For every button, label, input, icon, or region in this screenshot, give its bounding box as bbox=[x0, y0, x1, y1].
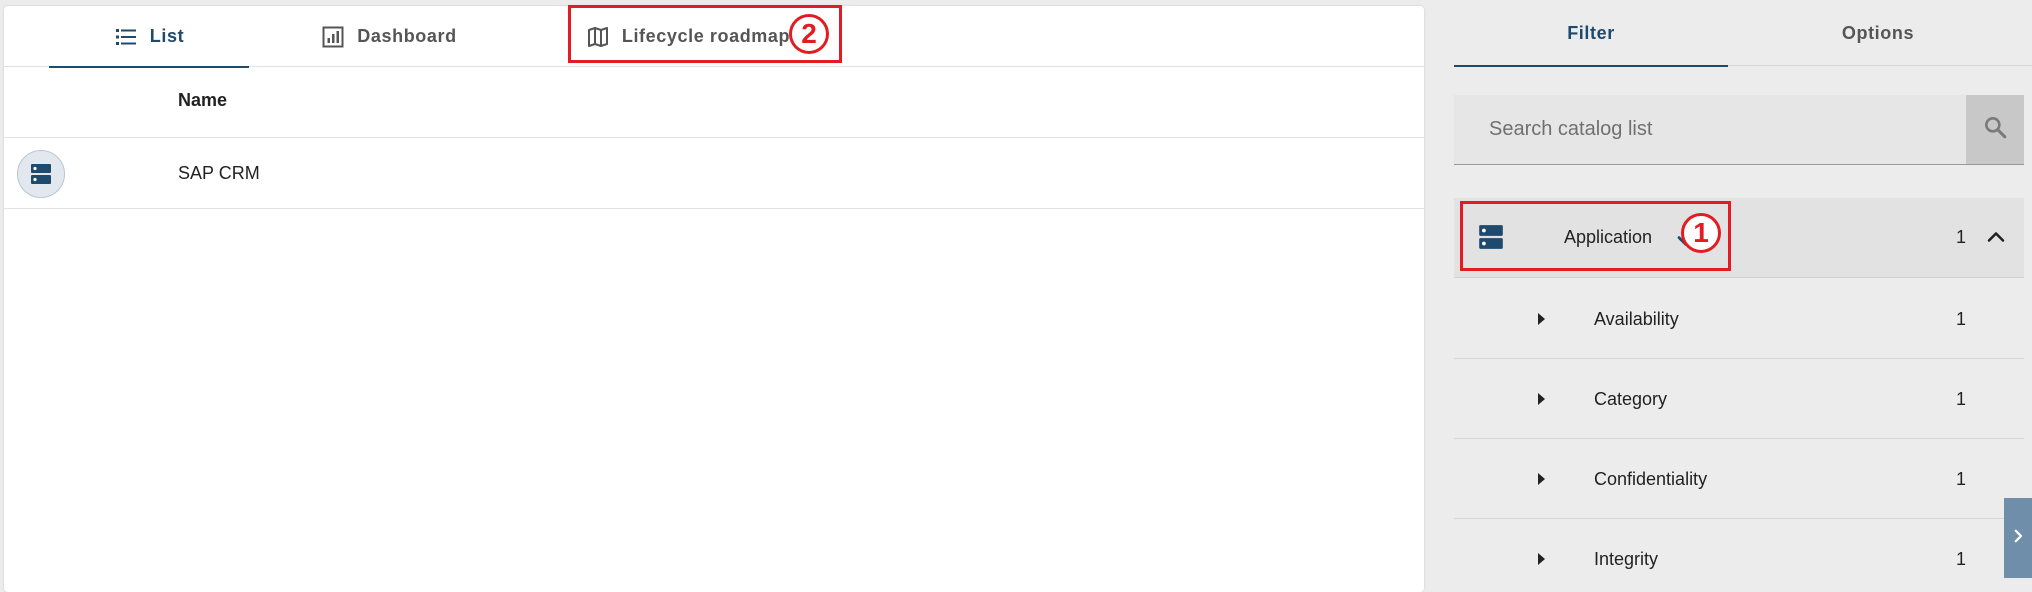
tab-list-label: List bbox=[149, 26, 185, 46]
table-row[interactable]: SAP CRM bbox=[4, 139, 1424, 209]
column-header-name[interactable]: Name bbox=[178, 90, 227, 111]
subfacet-label: Integrity bbox=[1594, 549, 1659, 569]
tab-dashboard-label: Dashboard bbox=[357, 26, 457, 46]
search-input[interactable] bbox=[1454, 95, 1964, 163]
tab-filter-label: Filter bbox=[1567, 22, 1615, 43]
application-icon bbox=[17, 150, 65, 198]
callout-number-1: 1 bbox=[1681, 213, 1721, 253]
subfacet-availability[interactable]: Availability 1 bbox=[1454, 279, 2024, 359]
subfacet-label: Confidentiality bbox=[1594, 469, 1708, 489]
subfacet-integrity[interactable]: Integrity 1 bbox=[1454, 519, 2024, 592]
bar-chart-icon bbox=[321, 25, 345, 49]
subfacet-category[interactable]: Category 1 bbox=[1454, 359, 2024, 439]
search-box bbox=[1454, 95, 2024, 165]
subfacet-confidentiality[interactable]: Confidentiality 1 bbox=[1454, 439, 2024, 519]
main-panel: List Dashboard Lifecycle roadmap Name SA… bbox=[4, 6, 1424, 592]
subfacet-count: 1 bbox=[1956, 309, 1967, 329]
caret-right-icon bbox=[1538, 473, 1545, 485]
subfacet-label: Availability bbox=[1594, 309, 1679, 329]
sidebar-tabs: Filter Options bbox=[1454, 0, 2032, 67]
chevron-up-icon[interactable] bbox=[1982, 223, 2010, 251]
filter-sidebar: Filter Options Application 1 bbox=[1424, 0, 2032, 592]
caret-right-icon bbox=[1538, 313, 1545, 325]
tab-dashboard[interactable]: Dashboard bbox=[304, 6, 474, 67]
tab-options-label: Options bbox=[1841, 22, 1915, 43]
list-icon bbox=[114, 25, 138, 49]
subfacet-count: 1 bbox=[1956, 549, 1967, 569]
facet-count: 1 bbox=[1956, 227, 1967, 247]
table-header: Name bbox=[4, 68, 1424, 138]
active-tab-indicator bbox=[1454, 65, 1728, 67]
tab-filter[interactable]: Filter bbox=[1454, 0, 1728, 67]
tab-options[interactable]: Options bbox=[1728, 0, 2028, 66]
subfacet-count: 1 bbox=[1956, 389, 1967, 409]
callout-number-2: 2 bbox=[789, 14, 829, 54]
subfacet-count: 1 bbox=[1956, 469, 1967, 489]
tab-list[interactable]: List bbox=[49, 6, 249, 68]
subfacet-label: Category bbox=[1594, 389, 1668, 409]
search-icon bbox=[1982, 114, 2008, 145]
collapse-sidebar-button[interactable] bbox=[2004, 498, 2032, 578]
caret-right-icon bbox=[1538, 393, 1545, 405]
caret-right-icon bbox=[1538, 553, 1545, 565]
chevron-right-icon bbox=[2009, 527, 2027, 550]
row-name-cell[interactable]: SAP CRM bbox=[178, 163, 260, 184]
app-root: List Dashboard Lifecycle roadmap Name SA… bbox=[0, 0, 2032, 592]
search-button[interactable] bbox=[1966, 95, 2024, 164]
